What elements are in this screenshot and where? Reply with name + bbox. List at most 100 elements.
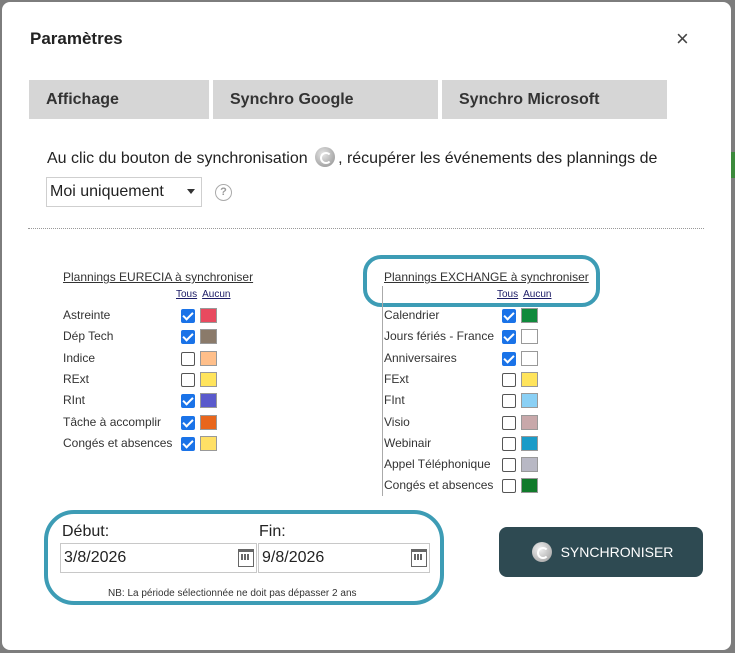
exchange-item-color-swatch (521, 478, 538, 494)
exchange-item-color-swatch (521, 329, 538, 345)
end-date-input[interactable]: 9/8/2026 (258, 543, 430, 573)
synchronize-button[interactable]: SYNCHRONISER (499, 527, 703, 577)
eurecia-item-color-swatch (200, 435, 217, 451)
eurecia-item-color-swatch (200, 308, 217, 323)
eurecia-item-label: Astreinte (63, 308, 111, 322)
eurecia-item-label: RExt (63, 371, 90, 386)
eurecia-item-label: Indice (63, 350, 96, 365)
eurecia-list-item: Indice (63, 350, 220, 368)
description-text-start: Au clic du bouton de synchronisation (47, 150, 308, 167)
eurecia-item-label: Congés et absences (63, 435, 173, 450)
exchange-select-none-link[interactable]: Aucun (523, 289, 551, 300)
sync-icon (315, 147, 336, 167)
eurecia-item-label: Dép Tech (63, 329, 114, 344)
exchange-item-color-swatch (521, 435, 538, 451)
exchange-list-border (382, 286, 383, 496)
eurecia-list-item: Tâche à accomplir (63, 414, 220, 432)
eurecia-item-color-swatch (200, 350, 217, 366)
exchange-item-color-swatch (521, 308, 538, 323)
exchange-item-label: Calendrier (384, 308, 440, 322)
scope-select[interactable]: Moi uniquement (46, 177, 202, 207)
exchange-item-checkbox[interactable] (502, 436, 516, 451)
eurecia-item-color-swatch (200, 371, 217, 387)
eurecia-select-none-link[interactable]: Aucun (202, 289, 230, 300)
exchange-item-checkbox[interactable] (502, 415, 516, 430)
sync-icon (531, 542, 552, 562)
exchange-item-label: Congés et absences (384, 478, 494, 493)
exchange-list-item: Calendrier (384, 307, 541, 325)
dialog-title: Paramètres (30, 29, 123, 48)
eurecia-select-all-link[interactable]: Tous (176, 289, 197, 300)
eurecia-item-checkbox[interactable] (181, 436, 195, 451)
exchange-item-checkbox[interactable] (502, 458, 516, 473)
exchange-select-controls: Tous Aucun (497, 289, 556, 300)
exchange-list-title: Plannings EXCHANGE à synchroniser (384, 270, 589, 284)
exchange-item-checkbox[interactable] (502, 372, 516, 387)
end-date-value: 9/8/2026 (262, 549, 325, 566)
eurecia-list-item: RExt (63, 371, 220, 389)
exchange-list-item: Jours fériés - France (384, 328, 541, 346)
exchange-item-checkbox[interactable] (502, 479, 516, 494)
tab-affichage[interactable]: Affichage (29, 80, 209, 119)
exchange-item-label: FInt (384, 393, 405, 408)
exchange-item-label: Appel Téléphonique (384, 457, 491, 472)
exchange-item-color-swatch (521, 457, 538, 473)
eurecia-item-color-swatch (200, 329, 217, 345)
eurecia-item-checkbox[interactable] (181, 351, 195, 366)
tab-synchro-google[interactable]: Synchro Google (213, 80, 438, 119)
scope-select-value: Moi uniquement (50, 183, 164, 200)
settings-dialog: Paramètres × Affichage Synchro Google Sy… (2, 2, 731, 650)
end-date-label: Fin: (259, 523, 286, 540)
eurecia-select-controls: Tous Aucun (176, 289, 235, 300)
exchange-item-label: FExt (384, 371, 409, 386)
sync-description: Au clic du bouton de synchronisation , r… (47, 147, 657, 168)
calendar-icon[interactable] (411, 549, 427, 567)
calendar-icon[interactable] (238, 549, 254, 567)
exchange-list-item: Appel Téléphonique (384, 456, 541, 474)
exchange-select-all-link[interactable]: Tous (497, 289, 518, 300)
exchange-list-item: Anniversaires (384, 350, 541, 368)
exchange-item-color-swatch (521, 371, 538, 387)
synchronize-button-label: SYNCHRONISER (560, 544, 674, 560)
eurecia-list-item: Astreinte (63, 307, 220, 325)
close-icon[interactable]: × (676, 28, 689, 50)
eurecia-item-checkbox[interactable] (181, 372, 195, 387)
exchange-list-item: Congés et absences (384, 477, 541, 495)
start-date-input[interactable]: 3/8/2026 (60, 543, 257, 573)
exchange-item-label: Anniversaires (384, 350, 457, 365)
eurecia-item-label: RInt (63, 393, 86, 408)
eurecia-item-checkbox[interactable] (181, 309, 195, 323)
start-date-label: Début: (62, 523, 110, 540)
tab-synchro-microsoft[interactable]: Synchro Microsoft (442, 80, 667, 119)
description-text-end: , récupérer les événements des plannings… (338, 150, 658, 167)
eurecia-list-item: RInt (63, 392, 220, 410)
eurecia-list-item: Congés et absences (63, 435, 220, 453)
eurecia-list-title: Plannings EURECIA à synchroniser (63, 270, 254, 284)
exchange-list-item: FInt (384, 392, 541, 410)
exchange-item-checkbox[interactable] (502, 309, 516, 323)
exchange-item-label: Webinair (384, 435, 432, 450)
exchange-list-item: FExt (384, 371, 541, 389)
help-icon[interactable]: ? (215, 184, 232, 201)
eurecia-item-checkbox[interactable] (181, 415, 195, 430)
eurecia-item-label: Tâche à accomplir (63, 414, 162, 429)
eurecia-item-checkbox[interactable] (181, 330, 195, 345)
exchange-item-label: Jours fériés - France (384, 329, 495, 344)
exchange-item-color-swatch (521, 393, 538, 409)
chevron-down-icon (187, 189, 195, 194)
eurecia-item-color-swatch (200, 393, 217, 409)
exchange-item-color-swatch (521, 350, 538, 366)
exchange-item-checkbox[interactable] (502, 394, 516, 409)
period-note: NB: La période sélectionnée ne doit pas … (108, 588, 357, 599)
eurecia-list-item: Dép Tech (63, 328, 220, 346)
exchange-item-checkbox[interactable] (502, 351, 516, 366)
exchange-item-color-swatch (521, 414, 538, 430)
exchange-item-label: Visio (384, 414, 410, 429)
section-divider (28, 228, 704, 229)
exchange-list-item: Webinair (384, 435, 541, 453)
exchange-list-item: Visio (384, 414, 541, 432)
tab-bar: Affichage Synchro Google Synchro Microso… (29, 80, 667, 119)
eurecia-item-checkbox[interactable] (181, 394, 195, 409)
exchange-item-checkbox[interactable] (502, 330, 516, 345)
eurecia-item-color-swatch (200, 414, 217, 430)
